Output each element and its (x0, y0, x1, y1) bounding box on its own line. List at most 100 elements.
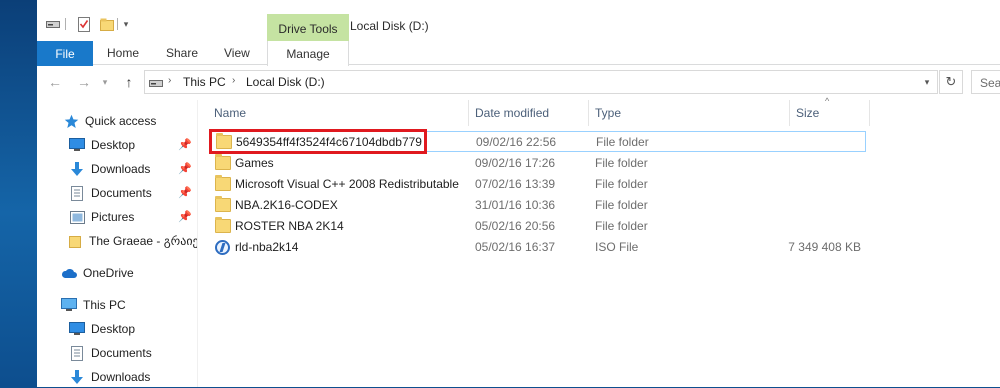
folder-icon (215, 217, 231, 233)
sidebar-item-label: The Graeae - გრაიე (89, 234, 197, 248)
download-arrow-icon (69, 161, 85, 177)
breadcrumb-this-pc[interactable]: This PC (183, 75, 226, 89)
sidebar-item-label: Desktop (91, 322, 136, 336)
pin-icon[interactable]: 📌 (178, 162, 192, 175)
sidebar-item-label: OneDrive (83, 266, 134, 280)
file-name: Games (235, 156, 274, 170)
file-date: 09/02/16 22:56 (476, 135, 557, 149)
sidebar-item-onedrive[interactable]: OneDrive (61, 262, 134, 284)
search-input[interactable]: Search Local Disk (D:) (971, 70, 1000, 94)
star-icon (63, 113, 79, 129)
desktop-background (0, 0, 37, 387)
column-separator[interactable] (869, 100, 870, 126)
title-bar: ▾ Drive Tools Local Disk (D:) (37, 0, 1000, 41)
pin-icon[interactable]: 📌 (178, 186, 192, 199)
tab-share[interactable]: Share (166, 46, 198, 60)
sidebar-item-desktop[interactable]: Desktop (69, 134, 135, 156)
highlight-annotation-box (209, 129, 427, 154)
file-date: 09/02/16 17:26 (475, 156, 556, 170)
sort-ascending-icon: ^ (825, 96, 830, 106)
sidebar-item-label: Quick access (85, 114, 157, 128)
file-size: 7 349 408 KB (788, 240, 861, 254)
sidebar-item-label: Downloads (91, 162, 151, 176)
sidebar-item-documents[interactable]: Documents (69, 182, 152, 204)
pin-icon[interactable]: 📌 (178, 210, 192, 223)
forward-arrow-icon[interactable]: → (74, 73, 94, 91)
file-name: Microsoft Visual C++ 2008 Redistributabl… (235, 177, 459, 191)
drive-icon (46, 16, 60, 32)
toolbar-separator (117, 18, 118, 30)
pane-divider[interactable] (197, 100, 198, 387)
file-type: File folder (595, 156, 648, 170)
folder-icon (215, 175, 231, 191)
sidebar-item-label: Desktop (91, 138, 136, 152)
file-type: File folder (596, 135, 649, 149)
iso-disc-icon (215, 240, 230, 255)
desktop-icon (69, 137, 85, 153)
back-arrow-icon[interactable]: ← (45, 73, 65, 91)
table-row[interactable]: NBA.2K16-CODEX 31/01/16 10:36 File folde… (211, 195, 866, 216)
sidebar-item-quick-access[interactable]: Quick access (63, 110, 156, 132)
cloud-icon (61, 265, 77, 281)
table-row[interactable]: rld-nba2k14 05/02/16 16:37 ISO File 7 34… (211, 237, 866, 258)
sidebar-item-this-pc[interactable]: This PC (61, 294, 126, 316)
window-title: Local Disk (D:) (350, 19, 429, 33)
table-row[interactable]: ROSTER NBA 2K14 05/02/16 20:56 File fold… (211, 216, 866, 237)
tab-manage[interactable]: Manage (267, 41, 349, 66)
picture-icon (69, 209, 85, 225)
refresh-icon[interactable]: ↻ (939, 70, 963, 94)
computer-icon (61, 297, 77, 313)
file-name: ROSTER NBA 2K14 (235, 219, 344, 233)
file-type: File folder (595, 198, 648, 212)
sidebar-item-label: Downloads (91, 370, 151, 384)
properties-icon[interactable] (77, 16, 91, 32)
breadcrumb-chevron-icon[interactable]: › (232, 75, 235, 86)
file-date: 05/02/16 16:37 (475, 240, 556, 254)
desktop-icon (69, 321, 85, 337)
table-row[interactable]: Games 09/02/16 17:26 File folder (211, 153, 866, 174)
column-header-type[interactable]: Type (588, 100, 789, 126)
column-header-date[interactable]: Date modified (468, 100, 588, 126)
file-type: ISO File (595, 240, 639, 254)
toolbar-separator (65, 18, 66, 30)
explorer-window: ▾ Drive Tools Local Disk (D:) File Home … (37, 0, 1000, 387)
up-arrow-icon[interactable]: ↑ (119, 73, 139, 91)
navigation-pane: Quick access Desktop 📌 Downloads 📌 Docum… (37, 100, 197, 387)
pin-icon[interactable]: 📌 (178, 138, 192, 151)
tab-view[interactable]: View (224, 46, 250, 60)
tab-file[interactable]: File (37, 41, 93, 66)
document-icon (69, 185, 85, 201)
new-folder-icon[interactable] (100, 16, 114, 32)
tab-home[interactable]: Home (107, 46, 139, 60)
folder-icon (215, 196, 231, 212)
file-type: File folder (595, 219, 648, 233)
file-date: 31/01/16 10:36 (475, 198, 556, 212)
folder-icon (215, 154, 231, 170)
file-name: rld-nba2k14 (235, 240, 299, 254)
column-header-name[interactable]: Name (207, 100, 469, 126)
file-date: 05/02/16 20:56 (475, 219, 556, 233)
file-type: File folder (595, 177, 648, 191)
file-date: 07/02/16 13:39 (475, 177, 556, 191)
drive-icon (149, 77, 163, 91)
sidebar-item-label: Documents (91, 186, 152, 200)
sidebar-item-pc-desktop[interactable]: Desktop (69, 318, 135, 340)
file-name: NBA.2K16-CODEX (235, 198, 338, 212)
download-arrow-icon (69, 369, 85, 385)
sidebar-item-downloads[interactable]: Downloads (69, 158, 150, 180)
customize-toolbar-chevron-icon[interactable]: ▾ (120, 16, 132, 32)
drive-tools-label: Drive Tools (278, 22, 338, 36)
sidebar-item-the-graeae[interactable]: The Graeae - გრაიე (69, 230, 197, 252)
table-row[interactable]: Microsoft Visual C++ 2008 Redistributabl… (211, 174, 866, 195)
breadcrumb-local-disk[interactable]: Local Disk (D:) (246, 75, 325, 89)
document-icon (69, 345, 85, 361)
sidebar-item-pictures[interactable]: Pictures (69, 206, 134, 228)
sidebar-item-pc-documents[interactable]: Documents (69, 342, 152, 364)
address-dropdown-icon[interactable]: ▾ (917, 72, 937, 92)
folder-icon (69, 233, 83, 249)
sidebar-item-label: Pictures (91, 210, 135, 224)
breadcrumb-chevron-icon[interactable]: › (168, 75, 171, 86)
sidebar-item-label: This PC (83, 298, 126, 312)
sidebar-item-pc-downloads[interactable]: Downloads (69, 366, 150, 388)
recent-locations-chevron-icon[interactable]: ▾ (99, 73, 111, 91)
